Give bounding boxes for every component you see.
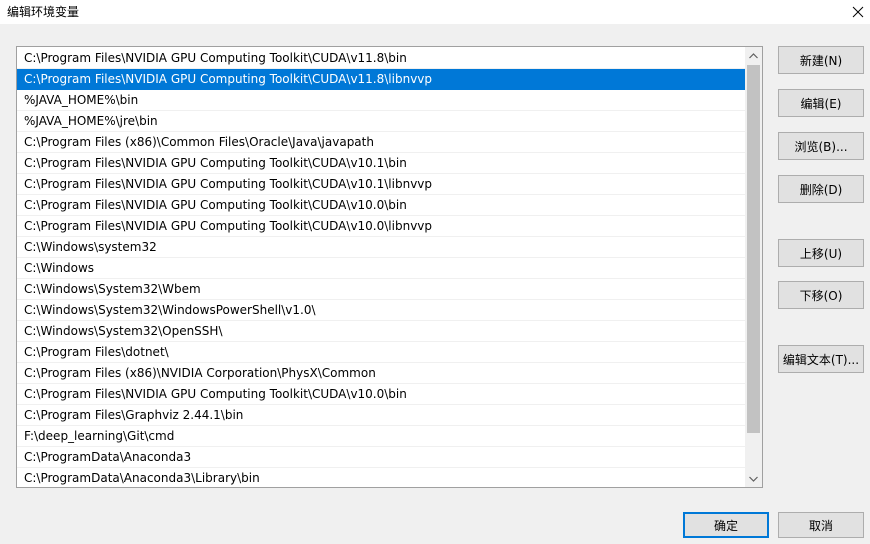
- path-list-item[interactable]: C:\Program Files\NVIDIA GPU Computing To…: [17, 216, 746, 237]
- path-list-item[interactable]: C:\Program Files\NVIDIA GPU Computing To…: [17, 195, 746, 216]
- browse-button[interactable]: 浏览(B)...: [778, 132, 864, 160]
- edit-text-button[interactable]: 编辑文本(T)...: [778, 345, 864, 373]
- cancel-button[interactable]: 取消: [778, 512, 864, 538]
- chevron-down-icon: [749, 476, 758, 482]
- path-list-item[interactable]: C:\Windows\system32: [17, 237, 746, 258]
- scroll-thumb[interactable]: [747, 65, 760, 433]
- edit-environment-variable-dialog: 编辑环境变量 C:\Program Files\NVIDIA GPU Compu…: [0, 0, 870, 544]
- title-bar: 编辑环境变量: [0, 0, 870, 24]
- new-button[interactable]: 新建(N): [778, 46, 864, 74]
- scroll-down-button[interactable]: [745, 470, 762, 487]
- path-list-item[interactable]: C:\ProgramData\Anaconda3: [17, 447, 746, 468]
- chevron-up-icon: [749, 52, 758, 58]
- path-list-item[interactable]: C:\Windows\System32\WindowsPowerShell\v1…: [17, 300, 746, 321]
- path-list-item[interactable]: C:\Program Files\dotnet\: [17, 342, 746, 363]
- path-list-item[interactable]: C:\Program Files (x86)\Common Files\Orac…: [17, 132, 746, 153]
- path-list-item[interactable]: C:\Windows\System32\Wbem: [17, 279, 746, 300]
- edit-button[interactable]: 编辑(E): [778, 89, 864, 117]
- vertical-scrollbar[interactable]: [745, 47, 762, 487]
- path-list-item[interactable]: C:\ProgramData\Anaconda3\Library\bin: [17, 468, 746, 487]
- path-list-item[interactable]: C:\Program Files\NVIDIA GPU Computing To…: [17, 384, 746, 405]
- path-list-item[interactable]: C:\Program Files\NVIDIA GPU Computing To…: [17, 153, 746, 174]
- path-list-item[interactable]: %JAVA_HOME%\jre\bin: [17, 111, 746, 132]
- close-button[interactable]: [846, 0, 870, 24]
- path-list-item[interactable]: C:\Program Files\NVIDIA GPU Computing To…: [17, 69, 746, 90]
- close-icon: [852, 6, 864, 18]
- path-list-item[interactable]: C:\Program Files (x86)\NVIDIA Corporatio…: [17, 363, 746, 384]
- dialog-title: 编辑环境变量: [7, 5, 80, 19]
- path-list-item[interactable]: C:\Windows\System32\OpenSSH\: [17, 321, 746, 342]
- path-list-item[interactable]: F:\deep_learning\Git\cmd: [17, 426, 746, 447]
- path-list-item[interactable]: C:\Program Files\Graphviz 2.44.1\bin: [17, 405, 746, 426]
- path-list-item[interactable]: %JAVA_HOME%\bin: [17, 90, 746, 111]
- path-list-item[interactable]: C:\Program Files\NVIDIA GPU Computing To…: [17, 174, 746, 195]
- path-list-item[interactable]: C:\Windows: [17, 258, 746, 279]
- delete-button[interactable]: 删除(D): [778, 175, 864, 203]
- path-list-items: C:\Program Files\NVIDIA GPU Computing To…: [17, 48, 746, 487]
- path-list[interactable]: C:\Program Files\NVIDIA GPU Computing To…: [16, 46, 763, 488]
- move-up-button[interactable]: 上移(U): [778, 239, 864, 267]
- path-list-item[interactable]: C:\Program Files\NVIDIA GPU Computing To…: [17, 48, 746, 69]
- ok-button[interactable]: 确定: [683, 512, 769, 538]
- scroll-up-button[interactable]: [745, 47, 762, 64]
- move-down-button[interactable]: 下移(O): [778, 281, 864, 309]
